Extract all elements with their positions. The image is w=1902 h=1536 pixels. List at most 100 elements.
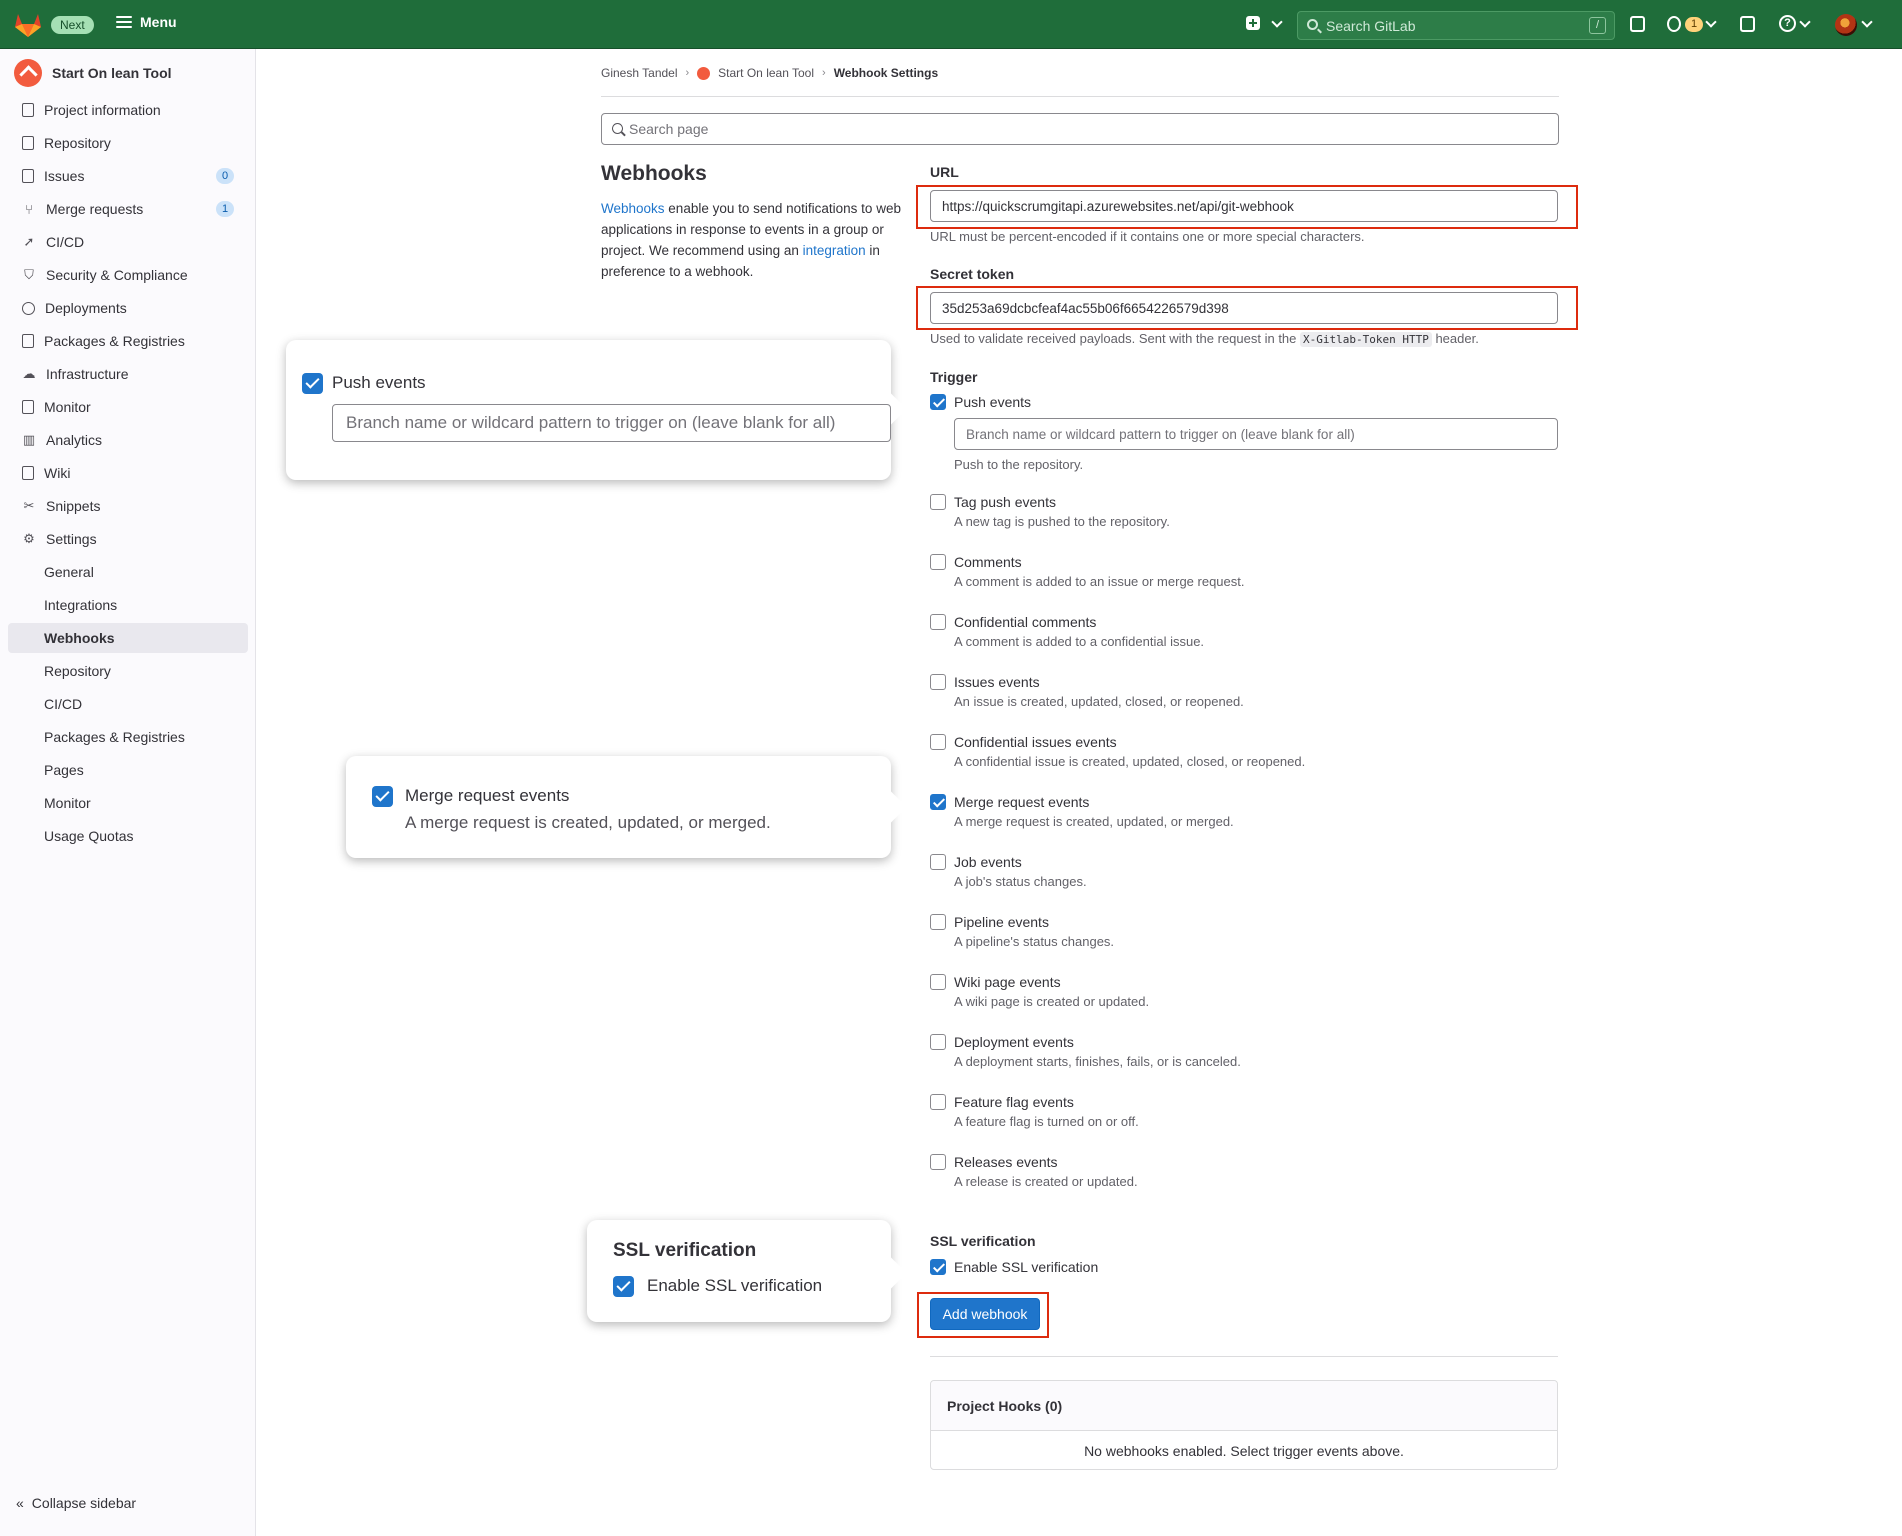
issues-events-label: Issues events (954, 674, 1040, 690)
sidebar-sub-webhooks[interactable]: Webhooks (8, 623, 248, 653)
sidebar-item-packages-registries[interactable]: Packages & Registries (8, 326, 248, 356)
push-events-checkbox[interactable] (930, 394, 946, 410)
search-shortcut-badge: / (1589, 17, 1606, 34)
chevron-down-icon[interactable] (1705, 16, 1717, 28)
sidebar-sub-general[interactable]: General (8, 557, 248, 587)
webhooks-description: Webhooks enable you to send notification… (601, 201, 901, 279)
sidebar-item-infrastructure[interactable]: ☁ Infrastructure (8, 359, 248, 389)
pipeline-events-label: Pipeline events (954, 914, 1049, 930)
sidebar-sub-packages-registries[interactable]: Packages & Registries (8, 722, 248, 752)
sidebar-item-label: Issues (44, 168, 85, 184)
sidebar-item-repository[interactable]: Repository (8, 128, 248, 158)
merge-request-events-help: A merge request is created, updated, or … (954, 814, 1234, 829)
ssl-callout: SSL verification Enable SSL verification (587, 1220, 907, 1322)
sidebar-sub-monitor[interactable]: Monitor (8, 788, 248, 818)
confidential-comments-help: A comment is added to a confidential iss… (954, 634, 1205, 649)
book-icon (22, 466, 34, 480)
sidebar-item-settings[interactable]: ⚙ Settings (8, 524, 248, 554)
sidebar-item-merge-requests[interactable]: ⑂ Merge requests 1 (8, 194, 248, 224)
deployment-events-checkbox[interactable] (930, 1034, 946, 1050)
help-icon[interactable]: ? (1779, 15, 1796, 32)
next-badge[interactable]: Next (51, 16, 94, 34)
menu-button[interactable]: Menu (116, 14, 177, 30)
confidential-issues-events-checkbox[interactable] (930, 734, 946, 750)
issues-events-help: An issue is created, updated, closed, or… (954, 694, 1244, 709)
breadcrumb-user[interactable]: Ginesh Tandel (601, 66, 678, 80)
callout-ssl-title: SSL verification (613, 1240, 757, 1261)
pipeline-events-checkbox[interactable] (930, 914, 946, 930)
package-icon (22, 334, 34, 348)
sidebar-item-analytics[interactable]: ▥ Analytics (8, 425, 248, 455)
breadcrumb-current[interactable]: Webhook Settings (834, 66, 938, 80)
releases-events-help: A release is created or updated. (954, 1174, 1138, 1189)
sidebar-item-issues[interactable]: Issues 0 (8, 161, 248, 191)
feature-flag-events-label: Feature flag events (954, 1094, 1074, 1110)
sidebar-item-label: Infrastructure (46, 366, 129, 382)
search-page-placeholder: Search page (629, 121, 709, 137)
project-mini-avatar (697, 66, 711, 80)
sidebar-sub-repository[interactable]: Repository (8, 656, 248, 686)
chevron-down-icon[interactable] (1799, 16, 1811, 28)
sidebar-sub-ci-cd[interactable]: CI/CD (8, 689, 248, 719)
releases-events-checkbox[interactable] (930, 1154, 946, 1170)
sidebar-sub-usage-quotas[interactable]: Usage Quotas (8, 821, 248, 851)
sidebar-item-project-information[interactable]: Project information (8, 95, 248, 125)
enable-ssl-checkbox[interactable] (930, 1259, 946, 1275)
search-icon (612, 123, 623, 134)
push-events-label: Push events (954, 394, 1032, 410)
user-avatar[interactable] (1835, 14, 1857, 36)
feature-flag-events-help: A feature flag is turned on or off. (954, 1114, 1139, 1129)
search-page-input[interactable]: Search page (601, 113, 1559, 145)
tag-push-events-checkbox[interactable] (930, 494, 946, 510)
sidebar-item-label: Monitor (44, 399, 91, 415)
url-help-text: URL must be percent-encoded if it contai… (930, 229, 1365, 244)
confidential-comments-checkbox[interactable] (930, 614, 946, 630)
merge-request-events-checkbox[interactable] (930, 794, 946, 810)
scissors-icon: ✂ (23, 498, 35, 513)
wiki-page-events-label: Wiki page events (954, 974, 1061, 990)
ssl-verification-label: SSL verification (930, 1233, 1036, 1249)
sidebar-item-label: Wiki (44, 465, 71, 481)
sidebar-item-security-compliance[interactable]: ⛉ Security & Compliance (8, 260, 248, 290)
sidebar-item-deployments[interactable]: Deployments (8, 293, 248, 323)
comments-checkbox[interactable] (930, 554, 946, 570)
sidebar-item-label: Snippets (46, 498, 101, 514)
collapse-sidebar-button[interactable]: « Collapse sidebar (16, 1495, 136, 1511)
chevron-right-icon: › (822, 67, 826, 79)
header-code: X-Gitlab-Token HTTP (1300, 332, 1432, 347)
project-hooks-empty: No webhooks enabled. Select trigger even… (1084, 1442, 1404, 1459)
merge-request-icon[interactable] (1667, 16, 1681, 32)
plus-icon[interactable] (1246, 16, 1260, 30)
breadcrumb-project[interactable]: Start On lean Tool (718, 66, 814, 80)
double-chevron-left-icon: « (16, 1495, 24, 1511)
sidebar-item-snippets[interactable]: ✂ Snippets (8, 491, 248, 521)
feature-flag-events-checkbox[interactable] (930, 1094, 946, 1110)
sidebar-item-label: Deployments (45, 300, 127, 316)
sidebar-item-label: Repository (44, 135, 111, 151)
issues-icon[interactable] (1630, 16, 1645, 32)
branch-filter-input[interactable]: Branch name or wildcard pattern to trigg… (954, 418, 1558, 450)
rocket-icon: ➚ (23, 234, 35, 249)
sidebar-sub-integrations[interactable]: Integrations (8, 590, 248, 620)
issues-events-checkbox[interactable] (930, 674, 946, 690)
chevron-down-icon[interactable] (1861, 16, 1873, 28)
monitor-icon (22, 400, 34, 414)
callout-pointer (875, 791, 907, 823)
callout-checkbox-checked-icon (302, 373, 323, 394)
job-events-checkbox[interactable] (930, 854, 946, 870)
releases-events-label: Releases events (954, 1154, 1058, 1170)
search-gitlab-input[interactable]: Search GitLab / (1297, 11, 1615, 40)
integration-link[interactable]: integration (803, 243, 866, 258)
tag-push-events-label: Tag push events (954, 494, 1056, 510)
wiki-page-events-checkbox[interactable] (930, 974, 946, 990)
sidebar-item-ci-cd[interactable]: ➚ CI/CD (8, 227, 248, 257)
chevron-down-icon[interactable] (1271, 16, 1283, 28)
sidebar-item-monitor[interactable]: Monitor (8, 392, 248, 422)
sidebar-sub-pages[interactable]: Pages (8, 755, 248, 785)
sidebar-project-header[interactable]: Start On lean Tool (14, 59, 172, 87)
sidebar-item-wiki[interactable]: Wiki (8, 458, 248, 488)
confidential-comments-label: Confidential comments (954, 614, 1097, 630)
todo-icon[interactable] (1740, 16, 1755, 32)
gitlab-logo-icon[interactable] (14, 12, 42, 38)
webhooks-docs-link[interactable]: Webhooks (601, 201, 665, 216)
